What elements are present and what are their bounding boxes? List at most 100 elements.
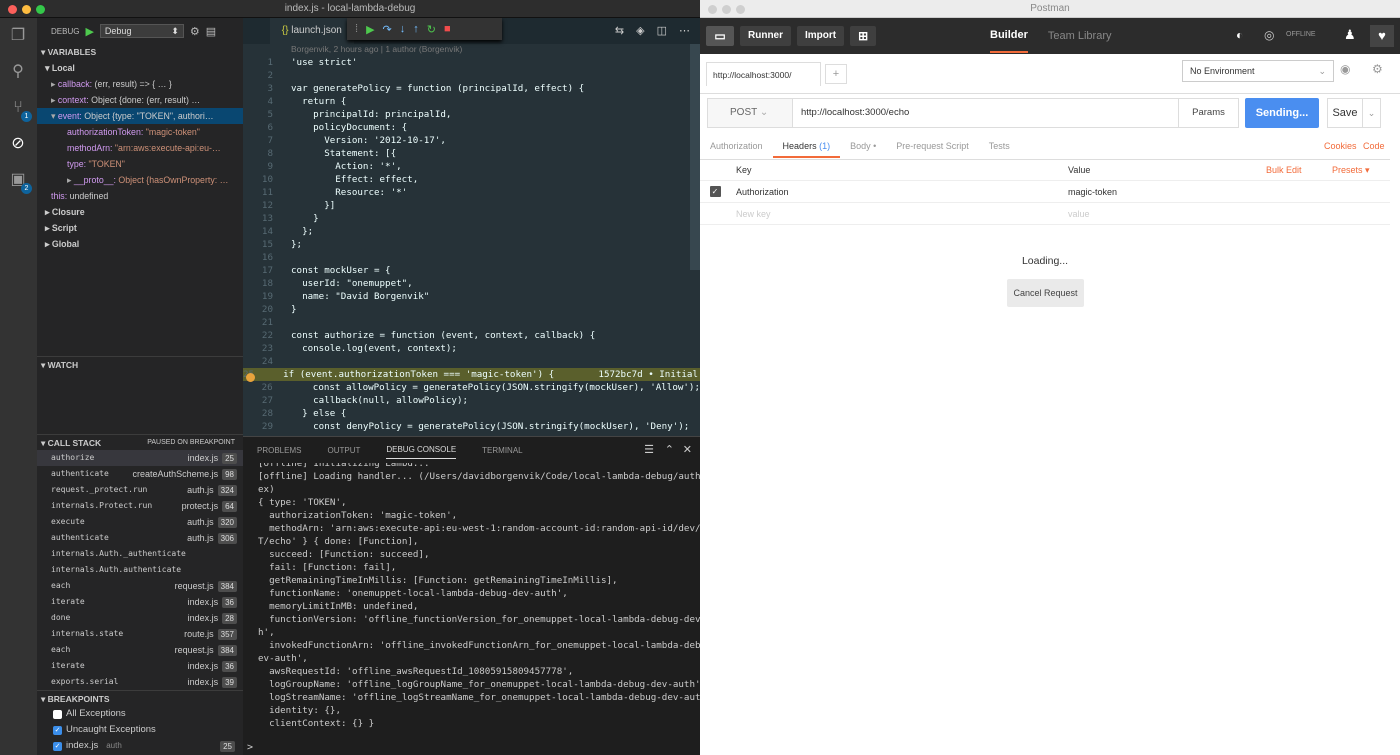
code-view[interactable]: 1'use strict' 2 3 var generatePolicy = func… [243,56,700,433]
panel-tab[interactable]: DEBUG CONSOLE [386,445,457,459]
callstack-frame[interactable]: internals.state route.js 357 [37,626,243,642]
step-into-icon[interactable]: ↓ [400,23,406,35]
start-debugging-icon[interactable]: ▶ [85,25,93,38]
request-subtab[interactable]: Pre-request Script [886,136,979,158]
bulk-edit-link[interactable]: Bulk Edit [1266,165,1326,175]
breakpoints-section-header[interactable]: ▾ BREAKPOINTS [37,690,243,706]
panel-tab[interactable]: PROBLEMS [257,446,301,455]
header-enabled-checkbox[interactable]: ✓ [709,186,721,197]
more-actions-icon[interactable]: ⋯ [679,24,690,37]
callstack-frame[interactable]: done index.js 28 [37,610,243,626]
git-history-icon[interactable]: ◈ [636,24,644,37]
search-icon[interactable]: ⚲ [8,62,28,82]
step-out-icon[interactable]: ↑ [413,23,419,35]
compare-icon[interactable]: ⇆ [615,24,624,37]
breakpoint-checkbox[interactable]: ✓ [53,725,62,735]
callstack-frame[interactable]: iterate index.js 36 [37,658,243,674]
breakpoint-item[interactable]: All Exceptions [37,706,243,722]
request-tab[interactable]: http://localhost:3000/ [706,61,821,86]
stop-icon[interactable]: ■ [444,23,451,35]
breakpoint-checkbox[interactable] [53,709,62,719]
debug-console-icon[interactable]: ▤ [206,25,216,38]
cookies-link[interactable]: Cookies [1324,141,1357,151]
account-icon[interactable]: ♥ [1370,25,1394,47]
save-dropdown-icon[interactable]: ⌄ [1363,98,1381,128]
breakpoint-marker-icon[interactable] [246,373,255,382]
close-window-icon[interactable] [8,5,17,14]
panel-tab[interactable]: TERMINAL [482,446,522,455]
settings-gear-icon[interactable]: ⚙ [190,25,200,38]
eye-icon[interactable]: ◉ [1340,62,1350,76]
variable-row[interactable]: this: undefined [37,188,243,204]
header-key-input[interactable]: Authorization [730,187,1062,197]
callstack-frame[interactable]: internals.Protect.run protect.js 64 [37,498,243,514]
sync-icon[interactable]: ◐ [1236,28,1243,42]
scope-closure[interactable]: ▸ Closure [37,204,243,220]
callstack-frame[interactable]: authenticate createAuthScheme.js 98 [37,466,243,482]
send-button[interactable]: Sending... [1245,98,1319,128]
minimize-window-icon[interactable] [722,5,731,14]
url-input[interactable]: http://localhost:3000/echo [793,98,1179,128]
variables-section-header[interactable]: ▾ VARIABLES [37,44,243,60]
new-value-input[interactable]: value [1062,209,1266,219]
close-panel-icon[interactable]: ✕ [683,443,692,456]
variable-row[interactable]: ▸ __proto__: Object {hasOwnProperty: … [37,172,243,188]
header-value-input[interactable]: magic-token [1062,187,1266,197]
method-select[interactable]: POST ⌄ [707,98,793,128]
sidebar-toggle-icon[interactable]: ▭ [706,26,734,46]
callstack-frame[interactable]: exports.serial index.js 39 [37,674,243,690]
restart-icon[interactable]: ↻ [427,23,436,36]
runner-button[interactable]: Runner [740,26,791,46]
explorer-icon[interactable]: ❐ [8,26,28,46]
callstack-frame[interactable]: internals.Auth.authenticate [37,562,243,578]
callstack-frame[interactable]: internals.Auth._authenticate [37,546,243,562]
callstack-frame[interactable]: authorize index.js 25 [37,450,243,466]
close-window-icon[interactable] [708,5,717,14]
breakpoint-item[interactable]: ✓ Uncaught Exceptions [37,722,243,738]
callstack-frame[interactable]: each request.js 384 [37,578,243,594]
presets-dropdown[interactable]: Presets ▾ [1326,165,1386,176]
callstack-section-header[interactable]: ▾ CALL STACK PAUSED ON BREAKPOINT [37,434,243,450]
extensions-icon[interactable]: ▣ 2 [8,170,32,194]
debug-config-select[interactable]: Debug ⬍ [99,24,184,38]
request-subtab[interactable]: Headers (1) [772,136,841,158]
nav-team-library[interactable]: Team Library [1048,30,1112,42]
drag-handle-icon[interactable]: ⁞ [355,23,358,35]
maximize-window-icon[interactable] [736,5,745,14]
breakpoint-item[interactable]: ✓ index.js auth 25 [37,738,243,754]
new-tab-icon[interactable]: ⊞ [850,26,877,46]
import-button[interactable]: Import [797,26,845,46]
split-editor-icon[interactable]: ◫ [657,24,667,37]
scope-local[interactable]: ▾ Local [37,60,243,76]
notifications-icon[interactable]: ♟ [1344,27,1356,43]
step-over-icon[interactable]: ↷ [383,23,392,36]
callstack-frame[interactable]: iterate index.js 36 [37,594,243,610]
debug-icon[interactable]: ⊘ [8,134,28,154]
add-tab-button[interactable]: + [825,63,847,84]
console-input-prompt[interactable]: > [247,742,253,753]
request-subtab[interactable]: Authorization [700,136,773,158]
variable-row[interactable]: ▸ callback: (err, result) => { … } [37,76,243,92]
new-key-input[interactable]: New key [730,209,1062,219]
variable-row[interactable]: ▾ event: Object {type: "TOKEN", authori… [37,108,243,124]
callstack-frame[interactable]: execute auth.js 320 [37,514,243,530]
request-subtab[interactable]: Tests [979,136,1020,158]
watch-section-header[interactable]: ▾ WATCH [37,356,243,372]
variable-row[interactable]: type: "TOKEN" [37,156,243,172]
callstack-frame[interactable]: request._protect.run auth.js 324 [37,482,243,498]
clear-console-icon[interactable]: ☰ [644,443,654,456]
callstack-frame[interactable]: authenticate auth.js 306 [37,530,243,546]
minimize-window-icon[interactable] [22,5,31,14]
breakpoint-checkbox[interactable]: ✓ [53,741,62,751]
variable-row[interactable]: authorizationToken: "magic-token" [37,124,243,140]
continue-icon[interactable]: ▶ [366,23,374,36]
variable-row[interactable]: methodArn: "arn:aws:execute-api:eu-… [37,140,243,156]
source-control-icon[interactable]: ⑂ 1 [8,98,32,122]
editor-scrollbar[interactable] [690,44,700,270]
tab-launch-json[interactable]: {} launch.json [269,18,354,44]
scope-script[interactable]: ▸ Script [37,220,243,236]
request-subtab[interactable]: Body • [840,136,886,158]
nav-builder[interactable]: Builder [990,19,1028,53]
maximize-window-icon[interactable] [36,5,45,14]
code-link[interactable]: Code [1363,141,1385,151]
